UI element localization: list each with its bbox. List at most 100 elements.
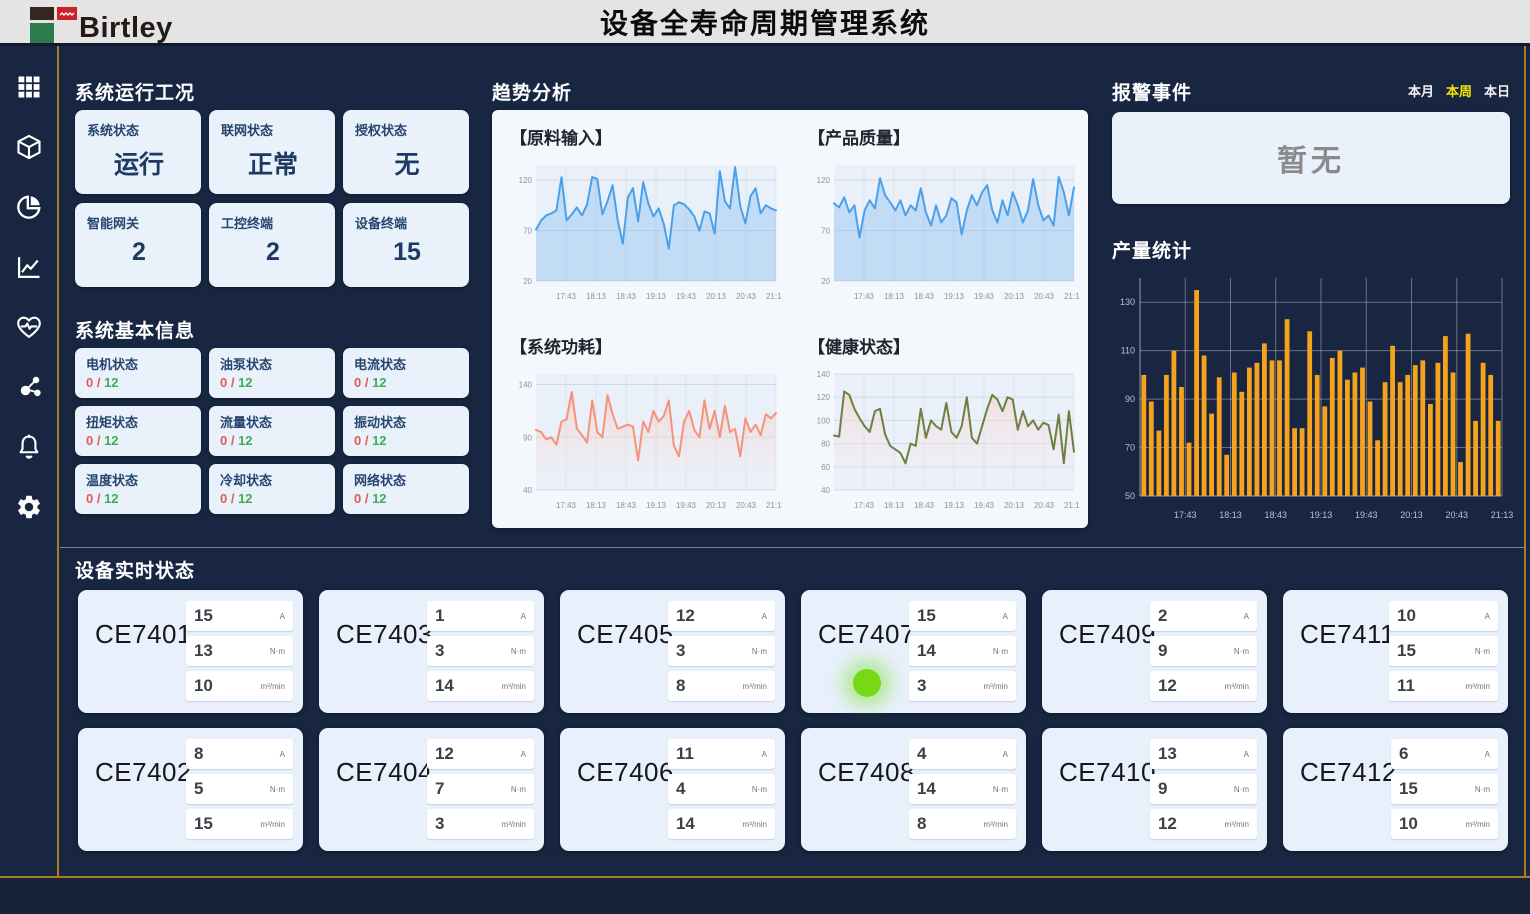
- svg-text:90: 90: [523, 433, 532, 442]
- device-metrics: 11A4N·m14m³/min: [668, 739, 775, 851]
- svg-text:20:13: 20:13: [706, 292, 727, 301]
- svg-text:21:13: 21:13: [766, 501, 782, 510]
- logo-dark-square: [30, 7, 54, 20]
- trend-title: 趋势分析: [492, 78, 572, 105]
- svg-text:19:43: 19:43: [974, 501, 995, 510]
- line-chart-icon[interactable]: [14, 252, 44, 282]
- info-card-alarm-count: 0 /: [354, 491, 372, 506]
- metric-row: 15A: [909, 601, 1016, 631]
- metric-row: 8m³/min: [909, 809, 1016, 839]
- device-card-CE7406[interactable]: CE740611A4N·m14m³/min: [560, 728, 785, 851]
- metric-value: 15: [917, 606, 936, 626]
- metric-unit: A: [521, 750, 526, 759]
- device-name: CE7411: [1300, 619, 1395, 713]
- device-card-CE7402[interactable]: CE74028A5N·m15m³/min: [78, 728, 303, 851]
- trend-quadrant: 【原料输入】207012017:4318:1318:4319:1319:4320…: [492, 110, 790, 319]
- device-card-CE7407[interactable]: CE740715A14N·m3m³/min: [801, 590, 1026, 713]
- metric-row: 12A: [668, 601, 775, 631]
- bell-icon[interactable]: [14, 432, 44, 462]
- svg-text:17:43: 17:43: [1174, 510, 1197, 520]
- brand-logo-marks: [30, 5, 78, 43]
- status-card-value: 2: [87, 238, 191, 267]
- info-card-total-count: 12: [238, 375, 252, 390]
- apps-grid-icon[interactable]: [14, 72, 44, 102]
- metric-unit: m³/min: [1466, 682, 1490, 691]
- device-status-grid: CE740115A13N·m10m³/minCE74031A3N·m14m³/m…: [78, 590, 1510, 866]
- metric-unit: A: [280, 612, 285, 621]
- trend-line-chart: 207012017:4318:1318:4319:1319:4320:1320:…: [510, 155, 782, 307]
- heart-pulse-icon[interactable]: [14, 312, 44, 342]
- svg-text:20:43: 20:43: [736, 501, 757, 510]
- network-nodes-icon[interactable]: [14, 372, 44, 402]
- device-row: CE74028A5N·m15m³/minCE740412A7N·m3m³/min…: [78, 728, 1510, 851]
- info-card-ratio: 0 / 12: [220, 375, 325, 390]
- trend-line-chart: 409014017:4318:1318:4319:1319:4320:1320:…: [510, 364, 782, 516]
- trend-panel: 【原料输入】207012017:4318:1318:4319:1319:4320…: [492, 110, 1088, 528]
- device-card-CE7405[interactable]: CE740512A3N·m8m³/min: [560, 590, 785, 713]
- device-name: CE7408: [818, 757, 915, 851]
- svg-text:50: 50: [1125, 491, 1135, 501]
- metric-row: 6A: [1391, 739, 1498, 769]
- metric-row: 15N·m: [1389, 636, 1498, 666]
- devices-section-divider: [60, 547, 1524, 548]
- system-info-grid: 电机状态0 / 12油泵状态0 / 12电流状态0 / 12扭矩状态0 / 12…: [75, 348, 470, 514]
- metric-row: 15N·m: [1391, 774, 1498, 804]
- info-card: 温度状态0 / 12: [75, 464, 201, 514]
- metric-unit: N·m: [993, 785, 1008, 794]
- metric-unit: m³/min: [261, 820, 285, 829]
- metric-row: 12m³/min: [1150, 809, 1257, 839]
- status-card-label: 系统状态: [87, 120, 191, 139]
- right-frame-line: [1524, 46, 1526, 878]
- device-card-CE7409[interactable]: CE74092A9N·m12m³/min: [1042, 590, 1267, 713]
- svg-text:40: 40: [523, 486, 532, 495]
- gear-icon[interactable]: [14, 492, 44, 522]
- alarm-tab-本日[interactable]: 本日: [1484, 81, 1510, 100]
- sidebar-divider: [57, 46, 59, 878]
- metric-row: 7N·m: [427, 774, 534, 804]
- metric-unit: m³/min: [984, 682, 1008, 691]
- metric-value: 14: [676, 814, 695, 834]
- svg-text:90: 90: [1125, 394, 1135, 404]
- metric-unit: m³/min: [984, 820, 1008, 829]
- svg-text:17:43: 17:43: [854, 501, 875, 510]
- metric-row: 3m³/min: [909, 671, 1016, 701]
- device-name: CE7410: [1059, 757, 1156, 851]
- svg-text:19:43: 19:43: [974, 292, 995, 301]
- metric-value: 4: [676, 779, 685, 799]
- metric-value: 14: [917, 641, 936, 661]
- trend-quadrant: 【健康状态】40608010012014017:4318:1318:4319:1…: [790, 319, 1088, 528]
- device-card-CE7412[interactable]: CE74126A15N·m10m³/min: [1283, 728, 1508, 851]
- metric-value: 4: [917, 744, 926, 764]
- metric-unit: N·m: [511, 647, 526, 656]
- pie-chart-icon[interactable]: [14, 192, 44, 222]
- alarm-tab-本月[interactable]: 本月: [1408, 81, 1434, 100]
- device-card-CE7411[interactable]: CE741110A15N·m11m³/min: [1283, 590, 1508, 713]
- svg-text:18:43: 18:43: [1264, 510, 1287, 520]
- device-card-CE7403[interactable]: CE74031A3N·m14m³/min: [319, 590, 544, 713]
- info-card-total-count: 12: [104, 433, 118, 448]
- device-card-CE7404[interactable]: CE740412A7N·m3m³/min: [319, 728, 544, 851]
- status-card: 设备终端15: [343, 203, 469, 287]
- app-header: Birtley 设备全寿命周期管理系统: [0, 0, 1530, 46]
- metric-row: 15m³/min: [186, 809, 293, 839]
- alarm-tab-本周[interactable]: 本周: [1446, 81, 1472, 100]
- device-card-CE7401[interactable]: CE740115A13N·m10m³/min: [78, 590, 303, 713]
- trend-quadrant: 【产品质量】207012017:4318:1318:4319:1319:4320…: [790, 110, 1088, 319]
- svg-text:120: 120: [519, 176, 533, 185]
- metric-row: 2A: [1150, 601, 1257, 631]
- metric-unit: N·m: [993, 647, 1008, 656]
- svg-text:19:13: 19:13: [944, 501, 965, 510]
- device-card-CE7408[interactable]: CE74084A14N·m8m³/min: [801, 728, 1026, 851]
- svg-text:19:43: 19:43: [676, 501, 697, 510]
- device-name: CE7406: [577, 757, 674, 851]
- metric-value: 12: [435, 744, 454, 764]
- svg-text:20: 20: [523, 277, 532, 286]
- metric-value: 8: [194, 744, 203, 764]
- svg-text:17:43: 17:43: [854, 292, 875, 301]
- info-card-alarm-count: 0 /: [86, 375, 104, 390]
- cube-3d-icon[interactable]: [14, 132, 44, 162]
- device-card-CE7410[interactable]: CE741013A9N·m12m³/min: [1042, 728, 1267, 851]
- svg-text:18:13: 18:13: [1219, 510, 1242, 520]
- metric-value: 15: [194, 606, 213, 626]
- info-card-label: 冷却状态: [220, 473, 272, 488]
